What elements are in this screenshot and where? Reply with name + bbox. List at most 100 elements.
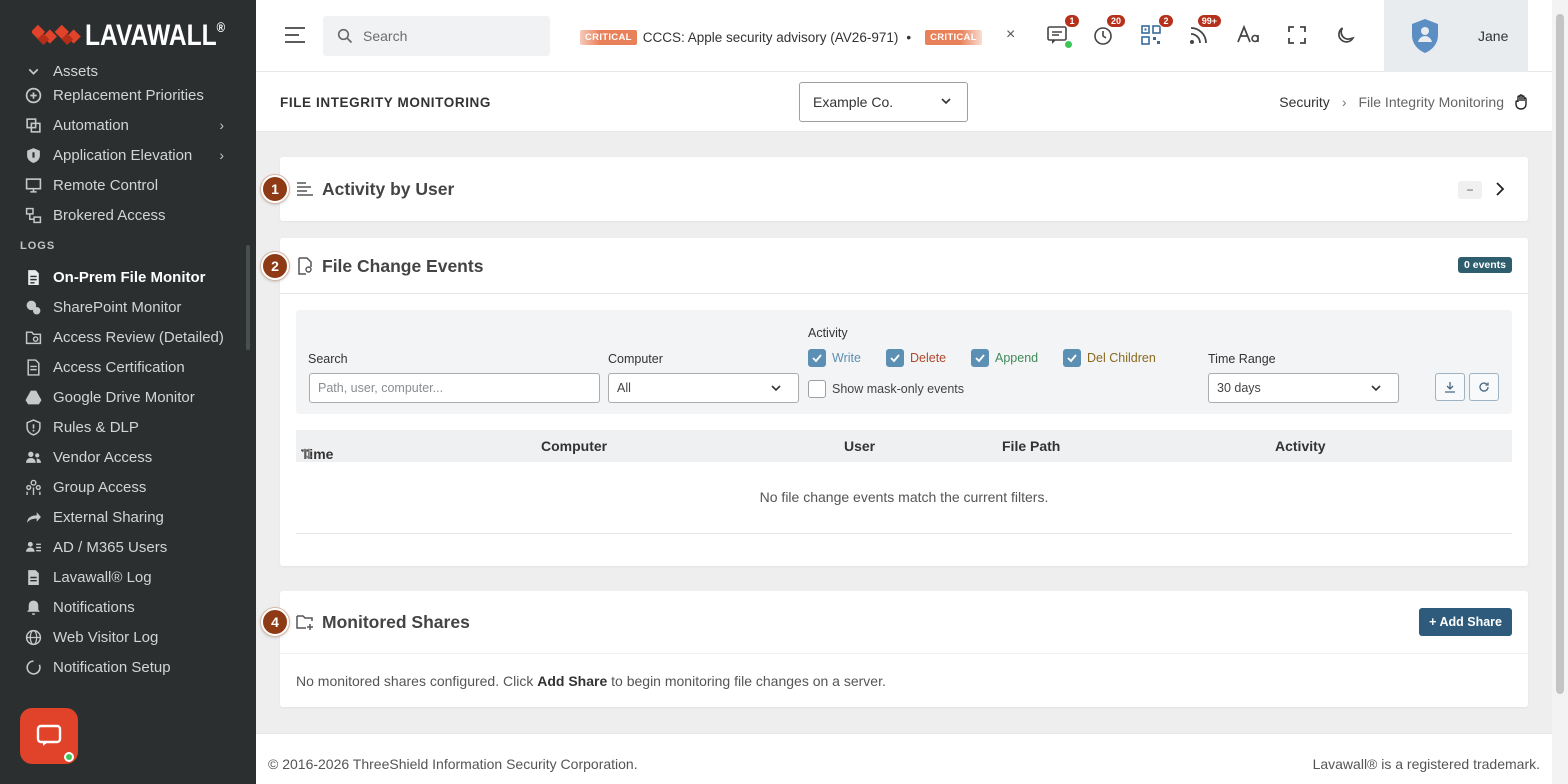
sidebar-item-automation[interactable]: Automation › <box>0 110 246 140</box>
sidebar-item-label: On-Prem File Monitor <box>53 268 206 286</box>
search-input[interactable]: Search <box>363 28 407 44</box>
user-name: Jane <box>1478 28 1509 44</box>
breadcrumb-security[interactable]: Security <box>1279 94 1330 110</box>
qr-badge: 2 <box>1158 14 1174 28</box>
user-menu[interactable]: Jane <box>1384 0 1528 72</box>
sidebar-item-replacement-priorities[interactable]: Replacement Priorities <box>0 80 246 110</box>
search-icon <box>337 28 353 44</box>
checkbox-empty <box>808 380 826 398</box>
page-scrollbar[interactable] <box>1552 0 1568 784</box>
no-shares-message: No monitored shares configured. Click Ad… <box>296 673 886 689</box>
breadcrumb-separator: › <box>1341 94 1347 110</box>
group-icon <box>24 478 42 496</box>
sidebar-item-access-certification[interactable]: Access Certification <box>0 352 246 382</box>
download-button[interactable] <box>1435 373 1465 401</box>
ticker-text[interactable]: CCCS: Apple security advisory (AV26-971) <box>643 30 899 45</box>
chevron-down-icon <box>941 98 951 105</box>
column-file-path[interactable]: File Path <box>1002 438 1060 454</box>
sidebar-item-group-access[interactable]: Group Access <box>0 472 246 502</box>
chevron-right-icon[interactable] <box>1492 181 1508 197</box>
sidebar-item-label: Access Certification <box>53 358 185 376</box>
add-share-button[interactable]: + Add Share <box>1419 608 1512 636</box>
news-ticker[interactable]: CRITICAL CCCS: Apple security advisory (… <box>566 26 990 48</box>
chat-button[interactable] <box>20 708 78 764</box>
sidebar-item-assets[interactable]: Assets <box>0 60 246 80</box>
settings-icon <box>24 658 42 676</box>
message-text: No monitored shares configured. Click <box>296 673 534 689</box>
sidebar-item-rules-dlp[interactable]: Rules & DLP <box>0 412 246 442</box>
menu-toggle-icon[interactable] <box>284 26 306 47</box>
section-number: 2 <box>261 252 289 280</box>
column-computer[interactable]: Computer <box>541 438 607 454</box>
sidebar-item-label: Assets <box>53 63 99 80</box>
sidebar-item-application-elevation[interactable]: Application Elevation › <box>0 140 246 170</box>
write-label: Write <box>832 351 861 365</box>
sidebar-item-lavawall-log[interactable]: Lavawall® Log <box>0 562 246 592</box>
messages-button[interactable]: 1 <box>1044 14 1080 48</box>
page-title: FILE INTEGRITY MONITORING <box>280 95 492 110</box>
sidebar-item-label: Brokered Access <box>53 206 166 224</box>
sidebar-item-label: Automation <box>53 116 129 134</box>
search-label: Search <box>308 352 348 366</box>
company-select-value: Example Co. <box>813 94 894 110</box>
sidebar-item-access-review[interactable]: Access Review (Detailed) <box>0 322 246 352</box>
time-range-label: Time Range <box>1208 352 1276 366</box>
sidebar-item-label: Application Elevation <box>53 146 193 164</box>
online-status-dot <box>64 752 74 762</box>
dark-mode-button[interactable] <box>1333 22 1359 48</box>
hand-cursor-icon[interactable] <box>1514 94 1528 110</box>
company-select[interactable]: Example Co. <box>799 82 968 122</box>
sidebar-scrollbar[interactable] <box>246 245 250 350</box>
messages-badge: 1 <box>1064 14 1080 28</box>
sidebar-item-google-drive-monitor[interactable]: Google Drive Monitor <box>0 382 246 412</box>
fullscreen-button[interactable] <box>1284 22 1310 48</box>
time-range-select[interactable]: 30 days <box>1208 373 1399 403</box>
sharepoint-icon <box>24 298 42 316</box>
filter-panel: Search Path, user, computer... Computer … <box>296 310 1512 414</box>
font-size-button[interactable] <box>1235 22 1261 48</box>
sidebar-item-label: Notifications <box>53 598 135 616</box>
append-label: Append <box>995 351 1039 365</box>
sidebar-item-web-visitor-log[interactable]: Web Visitor Log <box>0 622 246 652</box>
sidebar-item-label: AD / M365 Users <box>53 538 168 556</box>
collapse-button[interactable]: − <box>1458 181 1482 199</box>
sort-icon[interactable]: ⇅ <box>301 446 313 463</box>
rss-badge: 99+ <box>1196 14 1222 28</box>
sidebar-item-notifications[interactable]: Notifications <box>0 592 246 622</box>
sidebar-item-label: Notification Setup <box>53 658 171 676</box>
chevron-down-icon <box>24 62 42 80</box>
sidebar-item-remote-control[interactable]: Remote Control <box>0 170 246 200</box>
append-checkbox[interactable]: Append <box>971 349 1038 367</box>
sidebar-item-sharepoint-monitor[interactable]: SharePoint Monitor <box>0 292 246 322</box>
timer-button[interactable]: 20 <box>1090 14 1126 48</box>
ticker-close-icon[interactable]: × <box>1006 26 1015 44</box>
refresh-button[interactable] <box>1469 373 1499 401</box>
events-count-badge: 0 events <box>1457 257 1512 273</box>
sidebar-item-on-prem-file-monitor[interactable]: On-Prem File Monitor <box>0 262 246 292</box>
del-children-checkbox[interactable]: Del Children <box>1063 349 1156 367</box>
computer-select[interactable]: All <box>608 373 799 403</box>
mask-only-checkbox[interactable]: Show mask-only events <box>808 380 964 398</box>
write-checkbox[interactable]: Write <box>808 349 861 367</box>
sidebar-item-vendor-access[interactable]: Vendor Access <box>0 442 246 472</box>
qr-button[interactable]: 2 <box>1138 14 1174 48</box>
sidebar-item-notification-setup[interactable]: Notification Setup <box>0 652 246 682</box>
rss-feed-button[interactable]: 99+ <box>1186 14 1222 48</box>
logo-mark-icon <box>32 24 81 46</box>
timer-badge: 20 <box>1105 14 1126 28</box>
sidebar-item-brokered-access[interactable]: Brokered Access <box>0 200 246 230</box>
scrollbar-thumb[interactable] <box>1556 14 1564 694</box>
chevron-down-icon <box>1371 385 1381 392</box>
delete-checkbox[interactable]: Delete <box>886 349 946 367</box>
sidebar-item-ad-m365-users[interactable]: AD / M365 Users <box>0 532 246 562</box>
shield-rules-icon <box>24 418 42 436</box>
sidebar-item-label: Web Visitor Log <box>53 628 159 646</box>
shield-icon <box>24 146 42 164</box>
document-icon <box>24 358 42 376</box>
column-user[interactable]: User <box>844 438 875 454</box>
path-search-input[interactable]: Path, user, computer... <box>309 373 600 403</box>
sidebar-item-label: SharePoint Monitor <box>53 298 182 316</box>
sidebar-item-external-sharing[interactable]: External Sharing <box>0 502 246 532</box>
column-activity[interactable]: Activity <box>1275 438 1326 454</box>
search-box[interactable]: Search <box>323 16 550 56</box>
